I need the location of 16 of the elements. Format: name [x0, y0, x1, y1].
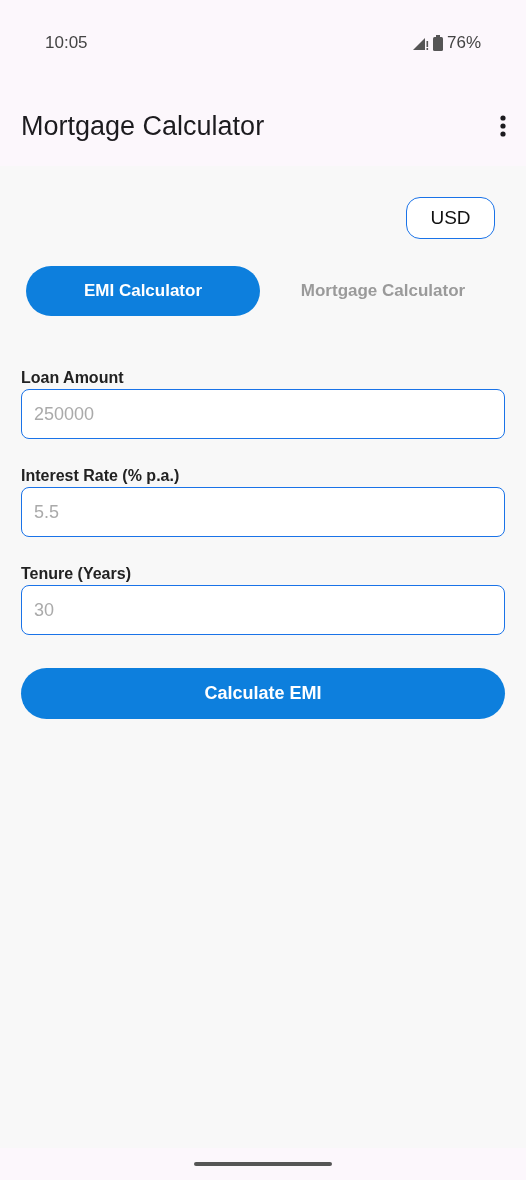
signal-icon [412, 36, 429, 50]
tab[interactable]: EMI Calculator [26, 266, 260, 316]
input-field[interactable]: 250000 [21, 389, 505, 439]
app-title: Mortgage Calculator [21, 109, 265, 143]
field-label: Loan Amount [21, 368, 125, 387]
field-label: Interest Rate (% p.a.) [21, 466, 181, 485]
currency-button[interactable]: USD [406, 197, 495, 239]
tab[interactable]: Mortgage Calculator [266, 266, 500, 316]
input-field[interactable]: 5.5 [21, 487, 505, 537]
field-label: Tenure (Years) [21, 564, 132, 583]
battery-percent: 76% [446, 32, 481, 55]
input-field[interactable]: 30 [21, 585, 505, 635]
more-options-icon[interactable] [500, 115, 506, 137]
battery-icon [432, 35, 443, 51]
calculate-button[interactable]: Calculate EMI [21, 668, 505, 719]
status-time: 10:05 [45, 32, 88, 55]
